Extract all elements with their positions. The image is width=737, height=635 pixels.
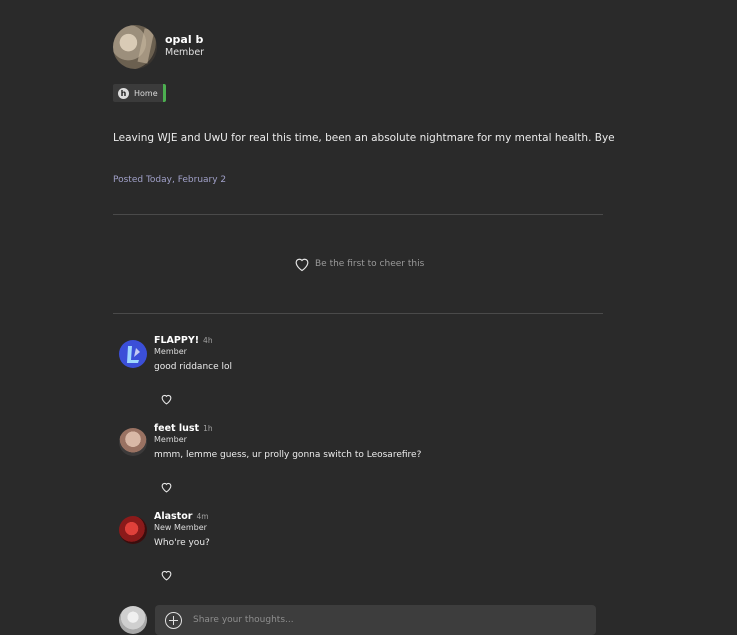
avatar[interactable] [119, 340, 147, 368]
channel-tag[interactable]: h Home [113, 84, 166, 102]
commenter-name[interactable]: Alastor [154, 511, 192, 522]
comment-time: 1h [203, 424, 213, 433]
comment-composer [119, 605, 602, 635]
post-body: Leaving WJE and UwU for real this time, … [113, 132, 615, 144]
like-heart-icon[interactable] [160, 481, 173, 493]
post-author[interactable]: opal b Member [113, 25, 204, 69]
channel-tag-label: Home [134, 88, 158, 98]
cheer-button[interactable]: Be the first to cheer this [293, 256, 424, 272]
avatar[interactable] [119, 516, 147, 544]
comment-input[interactable] [191, 614, 575, 626]
add-attachment-icon[interactable] [165, 611, 182, 629]
comment-text: mmm, lemme guess, ur prolly gonna switch… [154, 450, 422, 460]
comment-text: Who're you? [154, 538, 210, 548]
avatar[interactable] [119, 606, 147, 634]
post-timestamp: Posted Today, February 2 [113, 175, 227, 185]
author-name[interactable]: opal b [165, 33, 204, 46]
author-role: Member [165, 46, 205, 58]
like-heart-icon[interactable] [160, 393, 173, 405]
commenter-role: Member [154, 435, 187, 444]
avatar[interactable] [119, 428, 147, 456]
commenter-name[interactable]: feet lust [154, 423, 199, 434]
avatar[interactable] [113, 25, 157, 69]
cheer-prompt: Be the first to cheer this [315, 259, 425, 269]
comment-time: 4h [203, 336, 213, 345]
comment-text: good riddance lol [154, 362, 232, 372]
divider [113, 313, 603, 314]
divider [113, 214, 603, 215]
heart-icon [295, 258, 309, 272]
commenter-role: New Member [154, 523, 207, 532]
commenter-role: Member [154, 347, 187, 356]
like-heart-icon[interactable] [160, 569, 173, 581]
comment-field[interactable] [155, 605, 596, 635]
comment-time: 4m [196, 512, 209, 521]
commenter-name[interactable]: FLAPPY! [154, 335, 199, 346]
home-icon: h [118, 87, 129, 99]
